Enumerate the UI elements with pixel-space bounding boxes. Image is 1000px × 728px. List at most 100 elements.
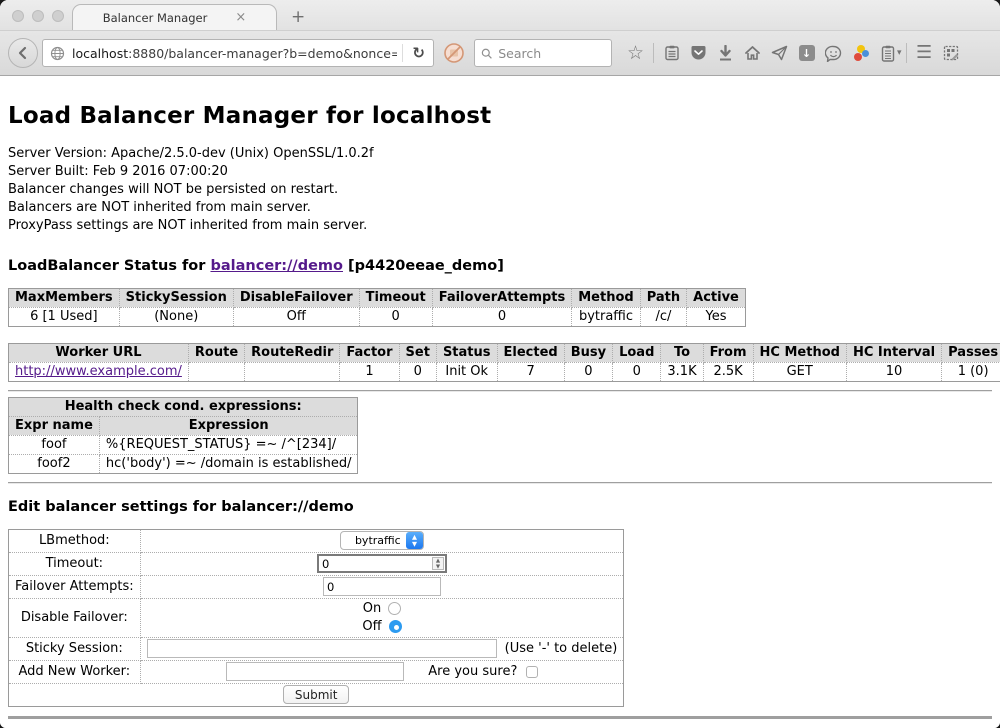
url-domain: localhost [72, 46, 128, 61]
bottom-divider [8, 716, 992, 719]
tab-balancer-manager[interactable]: Balancer Manager × [72, 4, 277, 30]
table-row: http://www.example.com/ 10Init Ok7003.1K… [9, 362, 1000, 381]
table-row: 6 [1 Used](None)Off00bytraffic/c/Yes [9, 307, 746, 326]
cell: 1 (0) [942, 362, 1000, 381]
table-row: foof %{REQUEST_STATUS} =~ /^[234]/ [9, 435, 358, 454]
block-icon [443, 42, 465, 64]
url-bar[interactable]: localhost:8880/balancer-manager?b=demo&n… [42, 39, 434, 67]
header-cell: Method [572, 288, 640, 307]
health-check-table: Health check cond. expressions: Expr nam… [8, 397, 358, 474]
failover-attempts-input[interactable] [323, 577, 441, 596]
header-cell: To [661, 343, 703, 362]
divider [8, 390, 992, 392]
window-controls [12, 10, 64, 22]
header-cell: Timeout [359, 288, 432, 307]
radio-on-label: On [363, 601, 381, 616]
header-cell: FailoverAttempts [432, 288, 572, 307]
cell: 7 [497, 362, 564, 381]
screenshot-extension-button[interactable] [938, 40, 965, 67]
page-content: Load Balancer Manager for localhost Serv… [0, 76, 1000, 728]
header-cell: HC Method [753, 343, 846, 362]
radio-off[interactable] [389, 620, 402, 633]
header-cell: From [703, 343, 753, 362]
search-bar[interactable] [474, 39, 612, 67]
url-path: :8880/balancer-manager?b=demo&nonce=decc… [128, 46, 397, 61]
sticky-session-label: Sticky Session: [9, 637, 141, 660]
home-icon [744, 45, 761, 61]
health-table-title: Health check cond. expressions: [9, 397, 358, 416]
are-you-sure-group: Are you sure? [428, 664, 537, 679]
lbmethod-select[interactable]: bytraffic ▲▼ [340, 531, 424, 550]
navigation-toolbar: localhost:8880/balancer-manager?b=demo&n… [0, 30, 1000, 76]
submit-cell: Submit [9, 683, 624, 706]
cell: Yes [687, 307, 746, 326]
new-tab-button[interactable]: + [291, 7, 305, 27]
header-cell: Route [188, 343, 244, 362]
content-blocker-button[interactable] [443, 42, 465, 64]
worker-url-link[interactable]: http://www.example.com/ [15, 364, 182, 379]
menu-button[interactable]: ☰ [911, 40, 938, 67]
star-icon: ☆ [627, 44, 644, 63]
send-tab-button[interactable] [766, 40, 793, 67]
sticky-session-input[interactable] [147, 639, 497, 658]
reload-button[interactable]: ↻ [408, 44, 429, 62]
cell: bytraffic [572, 307, 640, 326]
pocket-button[interactable] [685, 40, 712, 67]
extension-colors-button[interactable] [847, 40, 874, 67]
close-window-button[interactable] [12, 10, 24, 22]
table-row: foof2 hc('body') =~ /domain is establish… [9, 454, 358, 473]
status-heading-suffix: [p4420eeae_demo] [343, 258, 504, 274]
failover-attempts-label: Failover Attempts: [9, 575, 141, 598]
url-text: localhost:8880/balancer-manager?b=demo&n… [72, 46, 397, 61]
form-row-timeout: Timeout: ▲▼ [9, 552, 624, 575]
cell: (None) [119, 307, 233, 326]
balancer-settings-form: LBmethod: bytraffic ▲▼ Timeout: ▲▼ [8, 529, 624, 707]
header-cell: Passes [942, 343, 1000, 362]
submit-button[interactable]: Submit [283, 685, 350, 704]
expr-name-cell: foof [9, 435, 100, 454]
cell: Off [233, 307, 359, 326]
info-line: Server Built: Feb 9 2016 07:00:20 [8, 164, 992, 180]
status-heading-prefix: LoadBalancer Status for [8, 258, 210, 274]
feedback-button[interactable] [820, 40, 847, 67]
hamburger-icon: ☰ [916, 44, 932, 62]
divider [402, 44, 403, 62]
cell: 6 [1 Used] [9, 307, 120, 326]
download-manager-button[interactable]: ↓ [793, 40, 820, 67]
zoom-window-button[interactable] [52, 10, 64, 22]
bookmark-star-button[interactable]: ☆ [622, 40, 649, 67]
form-row-disable-failover: Disable Failover: On Off [9, 598, 624, 637]
screenshot-grid-icon [943, 45, 960, 62]
close-tab-icon[interactable]: × [235, 11, 246, 24]
reading-list-button[interactable] [658, 40, 685, 67]
dropdown-caret-icon[interactable]: ▾ [897, 48, 902, 58]
toolbar-icons: ☆ ↓ [622, 40, 965, 67]
color-dots-icon [852, 44, 870, 62]
search-icon [481, 47, 492, 60]
header-cell: Factor [340, 343, 399, 362]
minimize-window-button[interactable] [32, 10, 44, 22]
add-worker-label: Add New Worker: [9, 660, 141, 683]
back-button[interactable] [8, 38, 38, 68]
downloads-button[interactable] [712, 40, 739, 67]
add-worker-input[interactable] [226, 662, 404, 681]
download-arrow-icon [718, 45, 733, 61]
radio-on[interactable] [388, 602, 401, 615]
paper-plane-icon [771, 45, 788, 61]
are-you-sure-label: Are you sure? [428, 664, 517, 679]
home-button[interactable] [739, 40, 766, 67]
lbmethod-cell: bytraffic ▲▼ [140, 529, 624, 552]
cell: 0 [359, 307, 432, 326]
timeout-input[interactable] [317, 554, 447, 573]
header-cell: RouteRedir [245, 343, 340, 362]
disable-failover-label: Disable Failover: [9, 598, 141, 637]
header-cell: Expr name [9, 416, 100, 435]
smiley-bubble-icon [825, 45, 842, 62]
header-cell: Worker URL [9, 343, 189, 362]
balancer-demo-link[interactable]: balancer://demo [210, 258, 343, 274]
are-you-sure-checkbox[interactable] [526, 666, 538, 678]
header-cell: Load [613, 343, 661, 362]
globe-icon [50, 46, 65, 61]
search-input[interactable] [498, 46, 605, 61]
header-cell: Set [399, 343, 436, 362]
